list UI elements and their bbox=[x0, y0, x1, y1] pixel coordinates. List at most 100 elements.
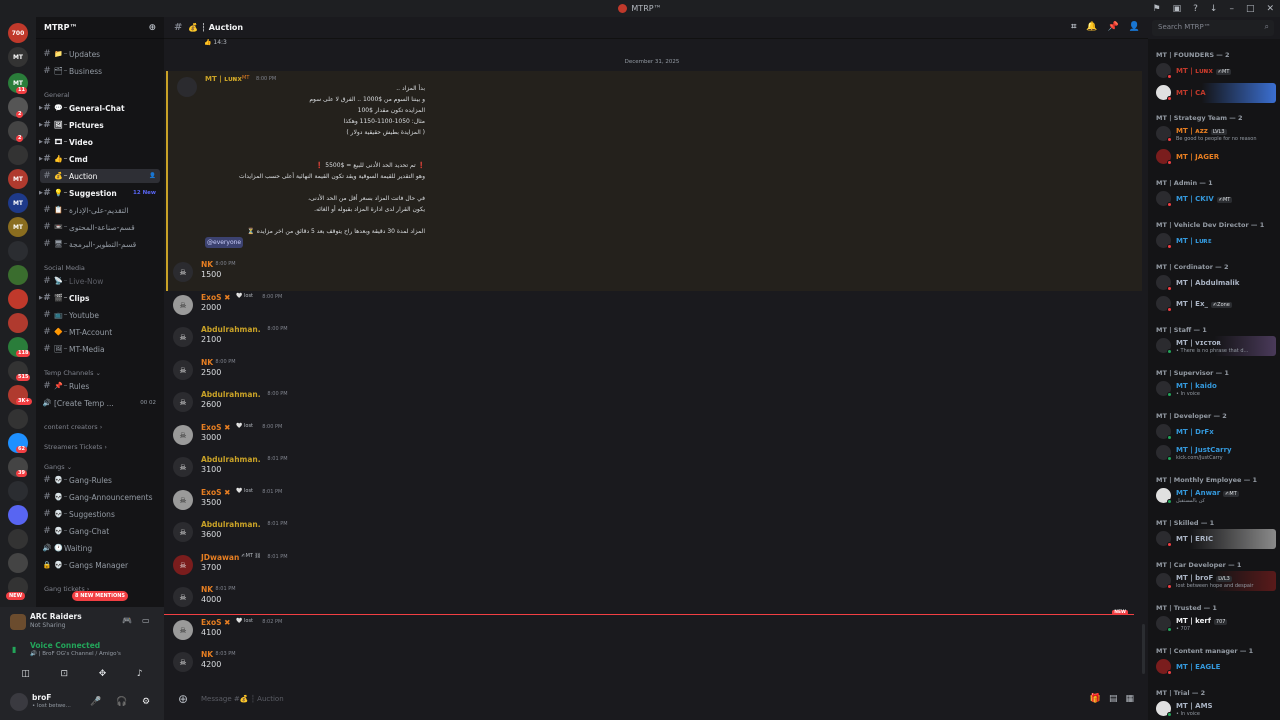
author-name[interactable]: ExoS ✖ bbox=[201, 293, 230, 302]
message-input[interactable]: Message #💰 ┆ Auction bbox=[201, 695, 284, 703]
channel-item[interactable]: # 📌 ─ Rules bbox=[40, 379, 160, 393]
flag-icon[interactable]: ⚑ bbox=[1153, 4, 1161, 14]
server-icon[interactable] bbox=[8, 289, 28, 309]
settings-gear-icon[interactable]: ⚙ bbox=[142, 697, 150, 707]
member-item[interactable]: MT | Ex_ ✍Zone bbox=[1152, 294, 1276, 314]
share-screen-icon[interactable]: ⊡ bbox=[61, 669, 69, 679]
avatar[interactable]: ☠ bbox=[173, 522, 193, 542]
member-item[interactable]: MT | kerf 707 • 707 bbox=[1152, 614, 1276, 634]
channel-item[interactable]: # 💀 ─ Gang-Rules bbox=[40, 473, 160, 487]
server-icon[interactable] bbox=[8, 409, 28, 429]
server-icon[interactable]: 700 bbox=[8, 23, 28, 43]
category-label[interactable]: Gangs ⌄ bbox=[44, 463, 72, 471]
pin-icon[interactable]: 📌 bbox=[1108, 22, 1119, 32]
avatar[interactable] bbox=[10, 693, 28, 711]
channel-extra[interactable]: 👤 bbox=[149, 173, 156, 179]
channel-item[interactable]: 🔊 🕐 Waiting bbox=[40, 541, 160, 555]
member-item[interactable]: MT | ʟᴜʀᴇ bbox=[1152, 231, 1276, 251]
mute-icon[interactable]: 🎤 bbox=[90, 697, 101, 707]
server-icon[interactable] bbox=[8, 145, 28, 165]
member-item[interactable]: MT | Abdulmalik bbox=[1152, 273, 1276, 293]
threads-icon[interactable]: ⌗ bbox=[1071, 22, 1076, 32]
server-icon[interactable] bbox=[8, 313, 28, 333]
signal-icon[interactable]: ▮ bbox=[12, 645, 16, 654]
channel-item[interactable]: # 🖼 ─ MT-Media bbox=[40, 342, 160, 356]
attach-plus-icon[interactable]: ⊕ bbox=[178, 692, 188, 706]
member-item[interactable]: MT | broF LVL3 lost between hope and despa… bbox=[1152, 571, 1276, 591]
channel-item[interactable]: # 📁 ─ Updates bbox=[40, 47, 160, 61]
category-label[interactable]: Temp Channels ⌄ bbox=[44, 369, 101, 377]
avatar[interactable]: ☠ bbox=[173, 490, 193, 510]
avatar[interactable]: ☠ bbox=[173, 620, 193, 640]
member-item[interactable]: MT | CKIV ✍MT bbox=[1152, 189, 1276, 209]
avatar[interactable]: ☠ bbox=[173, 587, 193, 607]
avatar[interactable]: ☠ bbox=[173, 360, 193, 380]
deafen-icon[interactable]: 🎧 bbox=[116, 697, 127, 707]
member-item[interactable]: MT | JustCarry kick.com/JustCarry bbox=[1152, 443, 1276, 463]
server-icon[interactable] bbox=[8, 553, 28, 573]
server-header[interactable]: MTRP™ ⊕ bbox=[36, 17, 164, 39]
channel-item[interactable]: # 🔶 ─ MT-Account bbox=[40, 325, 160, 339]
avatar[interactable] bbox=[177, 77, 197, 97]
category-label[interactable]: content creators › bbox=[44, 423, 102, 431]
member-item[interactable]: MT | ᴠɪᴄᴛᴏʀ • There is no phrase that d..… bbox=[1152, 336, 1276, 356]
gif-icon[interactable]: ▤ bbox=[1109, 694, 1118, 704]
channel-item[interactable]: # 💀 ─ Suggestions bbox=[40, 507, 160, 521]
author-name[interactable]: Abdulrahman. bbox=[201, 520, 261, 529]
category-label[interactable]: Social Media bbox=[44, 264, 85, 272]
server-icon[interactable]: MT bbox=[8, 217, 28, 237]
activities-icon[interactable]: ✥ bbox=[99, 669, 107, 679]
download-icon[interactable]: ↓ bbox=[1210, 4, 1218, 14]
server-icon[interactable]: MT bbox=[8, 193, 28, 213]
scrollbar[interactable] bbox=[1142, 624, 1145, 674]
activity-card[interactable]: ARC Raiders Not Sharing 🎮 ▭ bbox=[6, 612, 158, 634]
channel-item[interactable]: # 📋 ─ التقديم-على-الإدارة bbox=[40, 203, 160, 217]
channel-item[interactable]: ▶ # 🎬 ─ Clips bbox=[39, 291, 160, 305]
server-icon[interactable]: MT bbox=[8, 47, 28, 67]
inbox-icon[interactable]: ▣ bbox=[1173, 4, 1182, 14]
member-item[interactable]: MT | DrFx bbox=[1152, 422, 1276, 442]
new-posts-badge[interactable]: 12 New bbox=[133, 190, 156, 196]
channel-item[interactable]: ▶ # 💡 ─ Suggestion 12 New bbox=[39, 186, 160, 200]
channel-item[interactable]: # 💰 ─ Auction 👤 bbox=[40, 169, 160, 183]
author-name[interactable]: Abdulrahman. bbox=[201, 390, 261, 399]
reaction-fragment[interactable]: 👍 14:3 bbox=[204, 39, 227, 46]
maximize-icon[interactable]: □ bbox=[1246, 4, 1255, 14]
channel-item[interactable]: ▶ # 🖼 ─ Pictures bbox=[39, 118, 160, 132]
author-name[interactable]: ExoS ✖ bbox=[201, 618, 230, 627]
channel-item[interactable]: # 📼 ─ قسم-صناعة-المحتوى bbox=[40, 220, 160, 234]
sticker-icon[interactable]: ▦ bbox=[1125, 694, 1134, 704]
channel-item[interactable]: # 📺 ─ Youtube bbox=[40, 308, 160, 322]
member-item[interactable]: MT | kaido • In voice bbox=[1152, 379, 1276, 399]
avatar[interactable]: ☠ bbox=[173, 327, 193, 347]
avatar[interactable]: ☠ bbox=[173, 425, 193, 445]
server-icon[interactable] bbox=[8, 265, 28, 285]
gamepad-icon[interactable]: 🎮 bbox=[122, 616, 132, 625]
channel-extra[interactable]: 00 02 bbox=[140, 400, 156, 406]
avatar[interactable]: ☠ bbox=[173, 262, 193, 282]
channel-item[interactable]: 🔊 [Create Temp ... 00 02 bbox=[40, 396, 160, 410]
avatar[interactable]: ☠ bbox=[173, 555, 193, 575]
member-list-icon[interactable]: 👤 bbox=[1129, 22, 1140, 32]
channel-item[interactable]: ▶ # 💬 ─ General-Chat bbox=[39, 101, 160, 115]
new-pill[interactable]: NEW bbox=[6, 592, 26, 600]
add-member-icon[interactable]: ⊕ bbox=[148, 23, 156, 33]
notification-bell-icon[interactable]: 🔔 bbox=[1086, 22, 1097, 32]
member-item[interactable]: MT | ᴀᴢᴢ LVL3 Be good to people for no rea… bbox=[1152, 124, 1276, 144]
search-input[interactable]: Search MTRP™ ⌕ bbox=[1152, 20, 1274, 36]
channel-item[interactable]: # 🗂 ─ Business bbox=[40, 64, 160, 78]
server-icon[interactable] bbox=[8, 481, 28, 501]
channel-item[interactable]: 🔒 💀 ─ Gangs Manager bbox=[40, 558, 160, 572]
member-item[interactable]: MT | Anwar ✍MT كن بالمستقبل bbox=[1152, 486, 1276, 506]
member-item[interactable]: MT | AMS • In voice bbox=[1152, 699, 1276, 719]
channel-item[interactable]: ▶ # 👍 ─ Cmd bbox=[39, 152, 160, 166]
author-name[interactable]: JDwawan bbox=[201, 553, 239, 562]
channel-item[interactable]: # 🖥 ─ قسم-التطوير-البرمجة bbox=[40, 237, 160, 251]
voice-channel-label[interactable]: 🔊 | BroF OG's Channel / Amigo's bbox=[30, 651, 121, 657]
channel-item[interactable]: # 📡 ─ Live-Now bbox=[40, 274, 160, 288]
category-label[interactable]: General bbox=[44, 91, 70, 99]
member-item[interactable]: MT | EAGLE bbox=[1152, 657, 1276, 677]
author-name[interactable]: ExoS ✖ bbox=[201, 423, 230, 432]
author-name[interactable]: NK bbox=[201, 260, 213, 269]
server-icon[interactable] bbox=[8, 505, 28, 525]
